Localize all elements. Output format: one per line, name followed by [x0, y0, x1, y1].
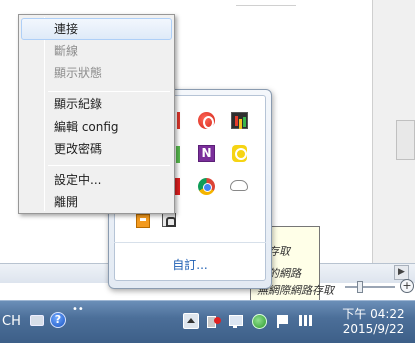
zoom-slider-thumb[interactable]	[357, 281, 363, 293]
menu-item-show-status: 顯示狀態	[54, 66, 103, 80]
zoom-in-button[interactable]: +	[400, 279, 414, 293]
chart-icon[interactable]	[231, 112, 248, 129]
menu-separator	[48, 91, 170, 92]
tray-app-red-icon[interactable]	[205, 313, 221, 329]
menu-item-connect[interactable]: 連接	[54, 19, 164, 39]
tray-app-bars-icon[interactable]	[298, 313, 314, 329]
panel-divider	[114, 242, 266, 243]
ime-options-icon[interactable]: ••	[72, 305, 84, 318]
menu-icon-gutter	[44, 17, 45, 211]
cloud-icon[interactable]	[230, 180, 248, 191]
menu-item-show-log[interactable]: 顯示紀錄	[54, 94, 164, 114]
scroll-right-button[interactable]: ▶	[394, 265, 409, 280]
menu-item-edit-config[interactable]: 編輯 config	[54, 117, 164, 137]
menu-item-disconnect: 斷線	[54, 44, 79, 58]
background-right-box	[396, 120, 415, 160]
onenote-icon[interactable]: N	[198, 145, 215, 162]
lock-icon[interactable]	[162, 213, 176, 227]
language-indicator[interactable]: CH	[2, 314, 21, 329]
network-icon[interactable]	[228, 313, 244, 329]
chrome-icon[interactable]	[198, 178, 215, 195]
customize-link[interactable]: 自訂...	[114, 256, 266, 273]
clock-date[interactable]: 2015/9/22	[336, 322, 411, 336]
clock-time[interactable]: 下午 04:22	[336, 305, 411, 322]
yellow-app-icon[interactable]	[232, 145, 247, 162]
menu-item-settings[interactable]: 設定中...	[54, 170, 164, 190]
zoom-slider-track[interactable]	[345, 286, 395, 288]
help-icon[interactable]: ?	[50, 312, 66, 328]
opera-icon[interactable]	[198, 112, 215, 129]
action-center-flag-icon[interactable]	[275, 313, 291, 329]
show-hidden-icons-button[interactable]	[183, 313, 199, 329]
background-top-strip	[236, 0, 296, 6]
menu-item-change-password[interactable]: 更改密碼	[54, 139, 164, 159]
orange-box-icon[interactable]	[136, 214, 150, 228]
menu-item-exit[interactable]: 離開	[54, 192, 164, 212]
keyboard-icon[interactable]	[30, 315, 44, 326]
tray-app-green-icon[interactable]	[251, 313, 267, 329]
menu-separator	[48, 165, 170, 166]
